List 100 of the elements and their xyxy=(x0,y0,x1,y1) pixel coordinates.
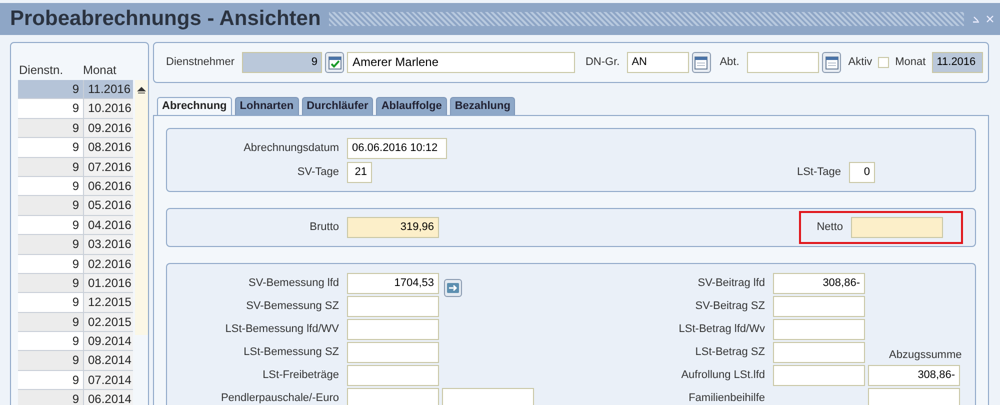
input-field[interactable]: 21 xyxy=(347,162,372,183)
input-field[interactable] xyxy=(773,296,865,317)
list-row[interactable]: 9 06.2016 xyxy=(18,176,133,196)
table-cell-text: 11.2016 xyxy=(87,81,132,98)
table-cell: 08.2014 xyxy=(84,351,133,370)
field-label: DN-Gr. xyxy=(585,55,620,70)
list-row[interactable]: 9 01.2016 xyxy=(18,274,133,294)
input-field[interactable]: 06.06.2016 10:12 xyxy=(347,138,447,159)
table-cell: 06.2014 xyxy=(84,390,133,405)
field-label: SV-Beitrag SZ xyxy=(694,299,765,314)
table-cell: 02.2015 xyxy=(84,312,133,332)
column-label: Abzugssumme xyxy=(889,348,962,362)
field-label: Abt. xyxy=(720,55,740,70)
tab[interactable]: Abrechnung xyxy=(157,97,232,115)
field-label: LSt-Betrag lfd/Wv xyxy=(678,322,765,338)
name-field[interactable]: Amerer Marlene xyxy=(347,52,576,73)
input-field[interactable]: 1704,53 xyxy=(347,273,439,294)
field-label: LSt-Tage xyxy=(796,165,841,180)
arrow-icon xyxy=(447,282,459,292)
field-label: LSt-Bemessung SZ xyxy=(242,345,339,360)
input-field[interactable] xyxy=(773,365,865,386)
input-field[interactable] xyxy=(347,296,439,317)
field-label: Aktiv xyxy=(848,55,872,70)
list-row[interactable]: 9 11.2016 xyxy=(18,80,133,100)
field-label: SV-Bemessung SZ xyxy=(245,299,339,314)
calendar-button[interactable] xyxy=(692,52,711,73)
table-cell: 09.2016 xyxy=(84,118,133,138)
tab[interactable]: Durchläufer xyxy=(302,97,374,115)
list-row[interactable]: 9 03.2016 xyxy=(18,235,133,255)
input-field[interactable]: 319,96 xyxy=(347,217,439,238)
list-row[interactable]: 9 06.2014 xyxy=(18,390,133,405)
table-cell: 04.2016 xyxy=(84,216,133,234)
list-row[interactable]: 9 02.2016 xyxy=(18,254,133,274)
field-label: Brutto xyxy=(308,220,339,236)
minimize-icon[interactable] xyxy=(972,15,980,23)
column-header: Dienstn. xyxy=(18,62,64,78)
tab[interactable]: Ablauffolge xyxy=(376,97,447,115)
table-cell: 10.2016 xyxy=(84,99,133,118)
list-row[interactable]: 9 05.2016 xyxy=(18,196,133,216)
close-icon[interactable] xyxy=(986,15,994,23)
field-label: Pendlerpauschale/-Euro xyxy=(220,391,339,405)
table-cell: 01.2016 xyxy=(84,274,133,292)
field-label: Dienstnehmer xyxy=(166,55,234,70)
table-cell: 06.2016 xyxy=(84,176,133,196)
input-field[interactable] xyxy=(747,52,820,73)
field-label: LSt-Betrag SZ xyxy=(694,345,765,360)
input-field[interactable] xyxy=(347,342,439,363)
calendar-button[interactable] xyxy=(822,52,842,73)
table-cell: 03.2016 xyxy=(84,235,133,254)
field-label: Monat xyxy=(895,55,926,70)
column-header: Monat xyxy=(82,62,116,78)
table-cell: 9 xyxy=(18,80,84,98)
list-row[interactable]: 9 07.2014 xyxy=(18,370,133,390)
aktiv-checkbox[interactable] xyxy=(878,57,890,68)
input-field[interactable] xyxy=(851,217,943,238)
window-title: Probeabrechnungs - Ansichten xyxy=(10,6,321,32)
list-row[interactable]: 9 08.2016 xyxy=(18,138,133,158)
arrow-button[interactable] xyxy=(444,278,462,296)
input-field[interactable] xyxy=(868,388,960,405)
field-label: SV-Bemessung lfd xyxy=(248,276,339,292)
table-cell: 07.2016 xyxy=(84,158,133,176)
list-row[interactable]: 9 09.2016 xyxy=(18,118,133,138)
field-label: SV-Tage xyxy=(296,165,339,180)
tab[interactable]: Bezahlung xyxy=(450,97,516,115)
scroll-up-icon[interactable] xyxy=(137,86,146,94)
list-row[interactable]: 9 09.2014 xyxy=(18,332,133,352)
input-field[interactable]: 11.2016 xyxy=(932,52,983,73)
input-field[interactable] xyxy=(347,365,439,386)
table-cell: 08.2016 xyxy=(84,138,133,157)
input-field[interactable]: 308,86- xyxy=(773,273,865,294)
table-cell: 09.2014 xyxy=(84,332,133,350)
input-field[interactable] xyxy=(773,342,865,363)
input-field[interactable] xyxy=(442,388,534,405)
field-label: Netto xyxy=(816,220,843,236)
tab[interactable]: Lohnarten xyxy=(234,97,299,115)
list-row[interactable]: 9 10.2016 xyxy=(18,99,133,119)
input-field[interactable] xyxy=(347,319,439,340)
field-label: LSt-Bemessung lfd/WV xyxy=(224,322,339,338)
field-label: Familienbeihilfe xyxy=(688,391,765,405)
list-row[interactable]: 9 08.2014 xyxy=(18,351,133,371)
table-cell: 07.2014 xyxy=(84,370,133,390)
field-label: Aufrollung LSt.lfd xyxy=(680,368,765,384)
table-cell: 05.2016 xyxy=(84,196,133,215)
field-label: LSt-Freibeträge xyxy=(262,368,339,384)
field-label: Abrechnungsdatum xyxy=(242,141,339,156)
scrollbar[interactable] xyxy=(135,80,148,335)
check-calendar-button[interactable] xyxy=(325,52,344,73)
list-row[interactable]: 9 07.2016 xyxy=(18,158,133,177)
input-field[interactable]: 308,86- xyxy=(868,365,960,386)
input-field[interactable] xyxy=(773,319,865,340)
list-row[interactable]: 9 04.2016 xyxy=(18,216,133,236)
list-row[interactable]: 9 02.2015 xyxy=(18,312,133,332)
input-field[interactable]: 0 xyxy=(849,162,875,183)
field-label: SV-Beitrag lfd xyxy=(696,276,765,292)
input-field[interactable]: 9 xyxy=(242,52,322,73)
input-field[interactable]: AN xyxy=(626,52,689,73)
table-cell: 02.2016 xyxy=(84,254,133,273)
input-field[interactable] xyxy=(347,388,439,405)
list-row[interactable]: 9 12.2015 xyxy=(18,293,133,313)
table-cell: 12.2015 xyxy=(84,293,133,312)
